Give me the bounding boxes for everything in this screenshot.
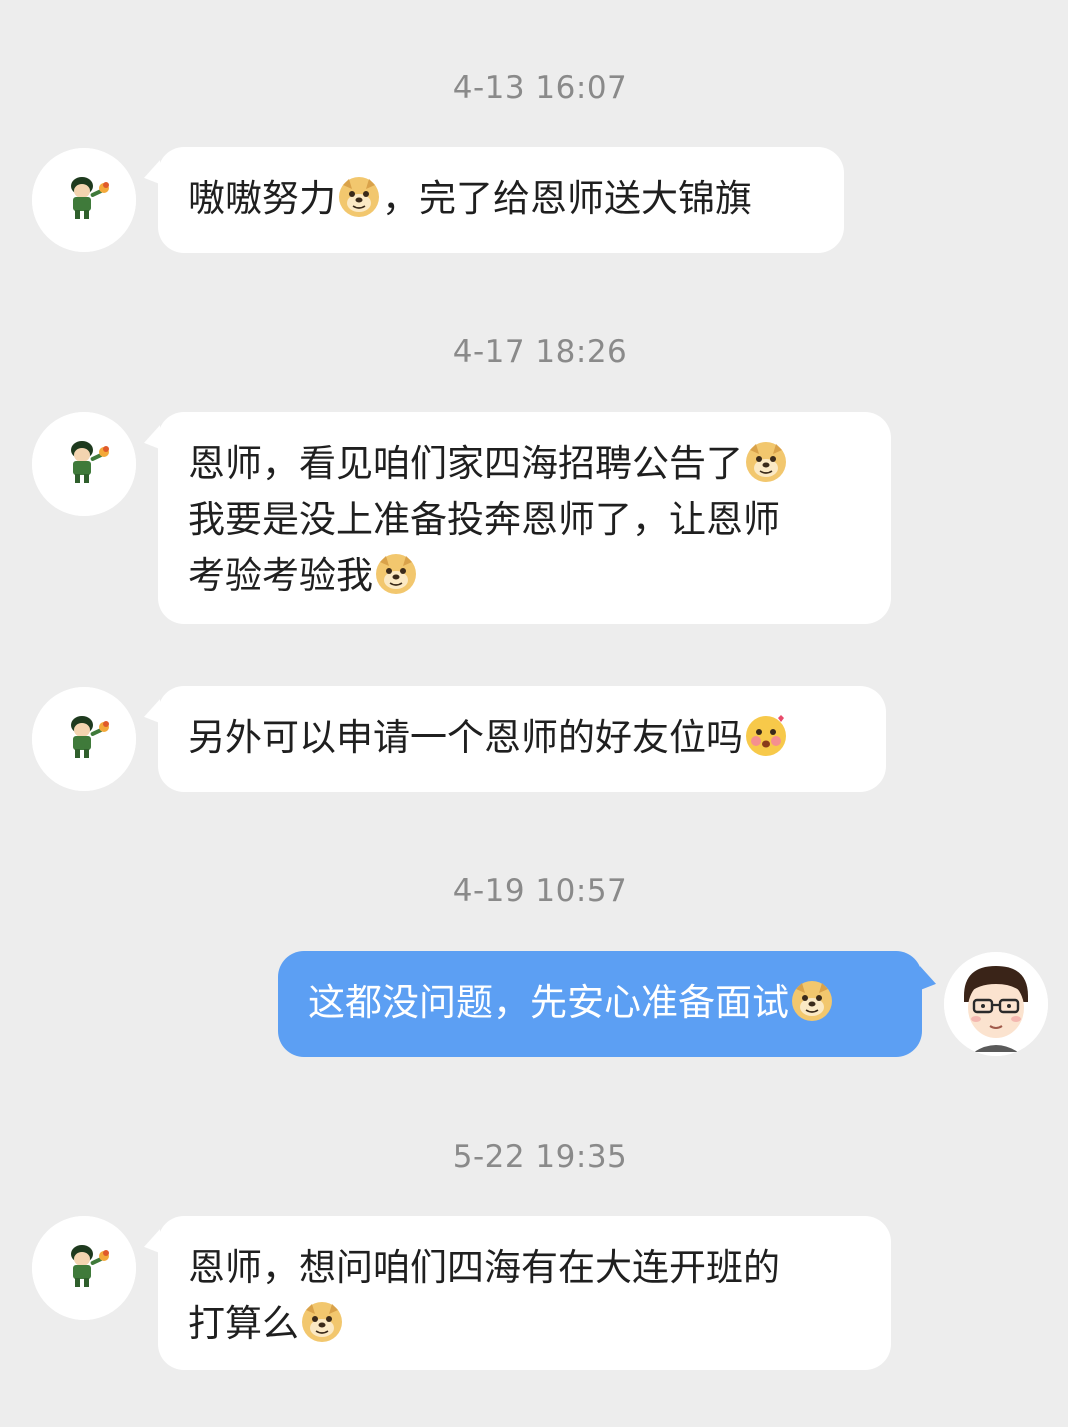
doge-emoji-icon — [300, 1300, 344, 1344]
message-line: 恩师，看见咱们家四海招聘公告了 — [188, 436, 865, 492]
message-bubble[interactable]: 另外可以申请一个恩师的好友位吗 — [158, 686, 886, 792]
cartoon-character-avatar-icon — [32, 1216, 136, 1320]
message-text: 打算么 — [188, 1302, 299, 1345]
message-bubble[interactable]: 恩师，想问咱们四海有在大连开班的 打算么 — [158, 1216, 891, 1370]
message-text: ，完了给恩师送大锦旗 — [382, 177, 752, 220]
timestamp: 4-13 16:07 — [452, 70, 628, 106]
timestamp: 4-19 10:57 — [452, 873, 628, 909]
blush-face-emoji-icon — [744, 714, 788, 758]
message-line: 嗷嗷努力 ，完了给恩师送大锦旗 — [188, 171, 818, 227]
cartoon-character-avatar-icon — [32, 148, 136, 252]
doge-emoji-icon — [337, 175, 381, 219]
message-bubble[interactable]: 这都没问题，先安心准备面试 — [278, 951, 922, 1057]
message-text: 嗷嗷努力 — [188, 177, 336, 220]
message-text: 这都没问题，先安心准备面试 — [308, 981, 789, 1024]
cartoon-character-avatar-icon — [32, 412, 136, 516]
message-text: 我要是没上准备投奔恩师了，让恩师 — [188, 498, 780, 541]
message-text: 恩师，看见咱们家四海招聘公告了 — [188, 442, 743, 485]
cartoon-character-avatar-icon — [32, 687, 136, 791]
message-line: 这都没问题，先安心准备面试 — [308, 975, 896, 1031]
message-bubble[interactable]: 恩师，看见咱们家四海招聘公告了 我要是没上准备投奔恩师了，让恩师 考验考验我 — [158, 412, 891, 624]
contact-avatar[interactable] — [32, 687, 136, 791]
my-avatar[interactable] — [944, 952, 1048, 1056]
message-text: 考验考验我 — [188, 554, 373, 597]
timestamp: 4-17 18:26 — [452, 334, 628, 370]
doge-emoji-icon — [790, 979, 834, 1023]
message-line: 打算么 — [188, 1296, 865, 1352]
contact-avatar[interactable] — [32, 148, 136, 252]
doge-emoji-icon — [374, 552, 418, 596]
message-text: 恩师，想问咱们四海有在大连开班的 — [188, 1246, 780, 1289]
message-line: 考验考验我 — [188, 548, 865, 604]
message-text: 另外可以申请一个恩师的好友位吗 — [188, 716, 743, 759]
glasses-man-avatar-icon — [944, 952, 1048, 1056]
timestamp: 5-22 19:35 — [452, 1139, 628, 1175]
doge-emoji-icon — [744, 440, 788, 484]
contact-avatar[interactable] — [32, 1216, 136, 1320]
message-bubble[interactable]: 嗷嗷努力 ，完了给恩师送大锦旗 — [158, 147, 844, 253]
message-line: 我要是没上准备投奔恩师了，让恩师 — [188, 492, 865, 548]
message-line: 另外可以申请一个恩师的好友位吗 — [188, 710, 860, 766]
contact-avatar[interactable] — [32, 412, 136, 516]
message-line: 恩师，想问咱们四海有在大连开班的 — [188, 1240, 865, 1296]
